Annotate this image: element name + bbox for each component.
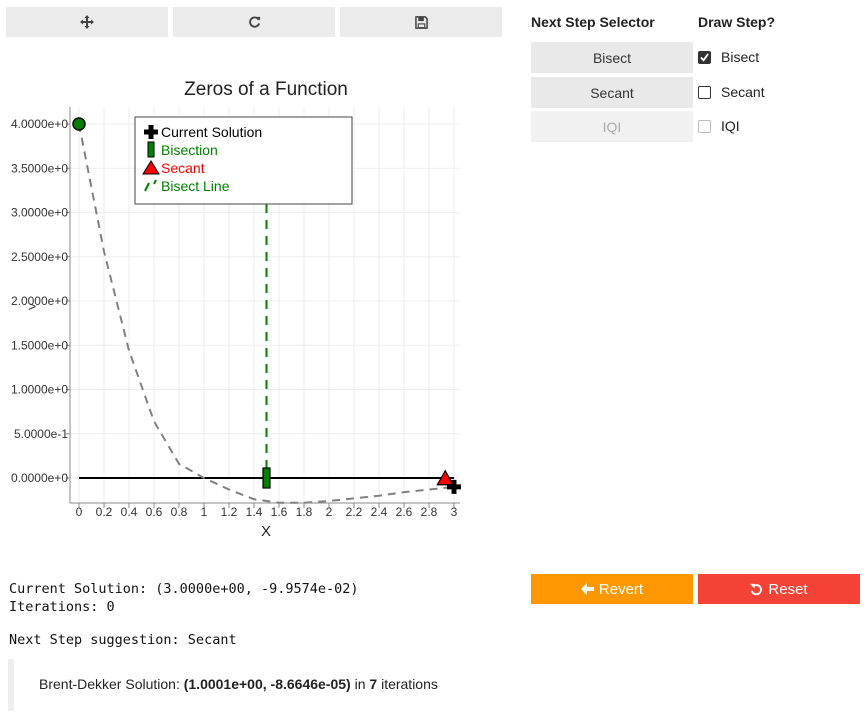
brent-dekker-box: Brent-Dekker Solution: (1.0001e+00, -8.6… bbox=[8, 659, 534, 711]
checkbox-disabled[interactable] bbox=[698, 119, 711, 133]
chart-svg: Zeros of a Function 0 0.2 0.4 0.6 0.8 1 1.2 1.4 1… bbox=[11, 79, 461, 540]
x-tick-label: 1.8 bbox=[296, 505, 313, 519]
brent-dekker-text: Brent-Dekker Solution: (1.0001e+00, -8.6… bbox=[39, 676, 438, 692]
current-solution-text: Current Solution: (3.0000e+00, -9.9574e-… bbox=[9, 581, 359, 597]
secant-button[interactable]: Secant bbox=[531, 77, 693, 108]
draw-bisect-checkbox[interactable]: Bisect bbox=[698, 47, 759, 67]
checkbox-unchecked[interactable] bbox=[698, 85, 711, 99]
suggestion-text: Next Step suggestion: Secant bbox=[9, 632, 237, 648]
x-tick-label: 2 bbox=[326, 505, 333, 519]
draw-secant-label: Secant bbox=[721, 84, 765, 100]
y-tick-label: 5.0000e-1 bbox=[14, 427, 68, 441]
undo-icon bbox=[750, 583, 763, 595]
iterations-text: Iterations: 0 bbox=[9, 599, 115, 615]
y-tick-label: 2.5000e+0 bbox=[11, 250, 68, 264]
x-tick-label: 0.2 bbox=[96, 505, 113, 519]
legend-label: Current Solution bbox=[161, 124, 262, 140]
legend-bar-icon bbox=[147, 141, 155, 158]
legend-label: Bisection bbox=[161, 142, 218, 158]
x-tick-label: 2.2 bbox=[346, 505, 363, 519]
checkbox-checked[interactable] bbox=[698, 50, 711, 64]
y-tick-label: 3.0000e+0 bbox=[11, 206, 68, 220]
move-icon bbox=[80, 15, 94, 29]
y-tick-label: 1.0000e+0 bbox=[11, 383, 68, 397]
bisection-marker bbox=[262, 467, 271, 489]
y-tick-label: 0.0000e+0 bbox=[11, 471, 68, 485]
brent-middle: in bbox=[350, 676, 370, 692]
draw-iqi-checkbox[interactable]: IQI bbox=[698, 116, 740, 136]
y-tick-label: 1.5000e+0 bbox=[11, 338, 68, 352]
start-point-marker bbox=[72, 117, 86, 131]
x-tick-label: 0.6 bbox=[146, 505, 163, 519]
x-axis-label: X bbox=[261, 523, 271, 540]
refresh-button[interactable] bbox=[173, 7, 335, 37]
selector-title: Next Step Selector bbox=[531, 14, 655, 30]
y-tick-label: 2.0000e+0 bbox=[11, 294, 68, 308]
arrow-left-icon bbox=[580, 583, 594, 595]
cursor-glyph: > bbox=[28, 298, 36, 314]
reset-label: Reset bbox=[768, 580, 808, 598]
iqi-button[interactable]: IQI bbox=[531, 111, 693, 142]
y-tick-label: 4.0000e+0 bbox=[11, 117, 68, 131]
check-icon bbox=[700, 52, 709, 62]
y-tick-label: 3.5000e+0 bbox=[11, 161, 68, 175]
x-tick-label: 3 bbox=[451, 505, 458, 519]
reset-button[interactable]: Reset bbox=[698, 574, 860, 604]
x-tick-label: 2.6 bbox=[396, 505, 413, 519]
save-icon bbox=[414, 15, 428, 29]
draw-secant-checkbox[interactable]: Secant bbox=[698, 82, 765, 102]
bisect-button[interactable]: Bisect bbox=[531, 42, 693, 73]
brent-solution: (1.0001e+00, -8.6646e-05) bbox=[183, 676, 351, 692]
x-tick-label: 1.4 bbox=[246, 505, 263, 519]
draw-title: Draw Step? bbox=[698, 14, 776, 30]
legend-label: Bisect Line bbox=[161, 178, 230, 194]
refresh-icon bbox=[248, 16, 260, 28]
x-tick-label: 0 bbox=[76, 505, 83, 519]
x-tick-label: 0.4 bbox=[121, 505, 138, 519]
function-plot[interactable]: Zeros of a Function 0 0.2 0.4 0.6 0.8 1 1.2 1.4 1… bbox=[0, 40, 520, 550]
save-button[interactable] bbox=[340, 7, 502, 37]
x-tick-label: 0.8 bbox=[171, 505, 188, 519]
x-tick-label: 2.8 bbox=[421, 505, 438, 519]
x-tick-label: 2.4 bbox=[371, 505, 388, 519]
legend-label: Secant bbox=[161, 160, 205, 176]
chart-title: Zeros of a Function bbox=[184, 79, 348, 100]
x-tick-label: 1.6 bbox=[271, 505, 288, 519]
x-tick-label: 1 bbox=[201, 505, 208, 519]
draw-iqi-label: IQI bbox=[721, 118, 740, 134]
x-tick-label: 1.2 bbox=[221, 505, 238, 519]
revert-button[interactable]: Revert bbox=[531, 574, 693, 604]
brent-suffix: iterations bbox=[377, 676, 438, 692]
pan-button[interactable] bbox=[6, 7, 168, 37]
draw-bisect-label: Bisect bbox=[721, 49, 760, 65]
revert-label: Revert bbox=[598, 580, 644, 598]
brent-prefix: Brent-Dekker Solution: bbox=[39, 676, 184, 692]
